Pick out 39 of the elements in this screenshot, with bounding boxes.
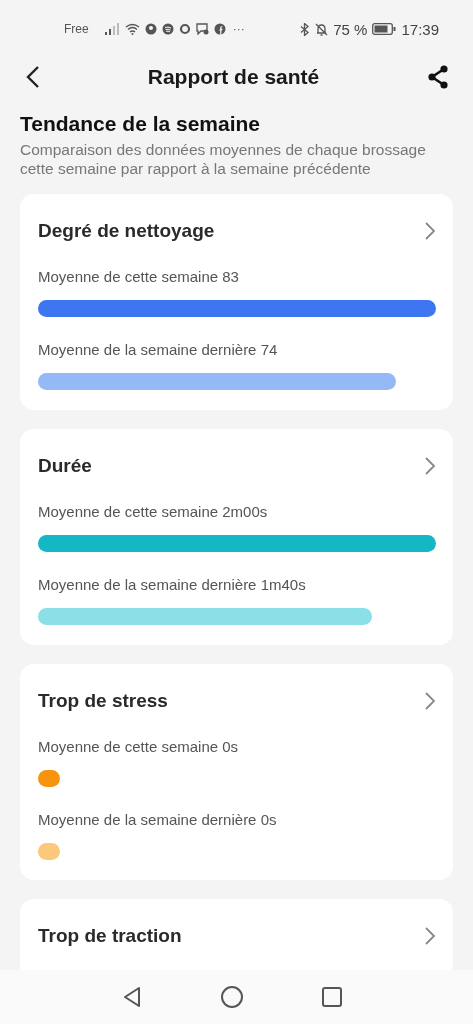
carrier-name: Free [64,22,89,36]
metric-card[interactable]: Durée Moyenne de cette semaine 2m00s Moyenne de la semaine dernière 1m40s [20,429,453,645]
sync-icon [178,23,191,35]
metric-card[interactable]: Degré de nettoyage Moyenne de cette semaine 83 Moyenne de la semaine dernière 74 [20,194,453,410]
app-icon [144,23,157,35]
bluetooth-icon [299,22,311,36]
chevron-icon[interactable] [424,691,436,711]
bell-off-icon [315,22,329,36]
metric-card[interactable]: Trop de traction [20,899,453,970]
card-title: Trop de stress [38,690,168,712]
recents-nav-icon[interactable] [320,986,343,1008]
wifi-icon [124,23,140,35]
battery-icon [372,23,397,35]
back-button[interactable] [26,65,40,89]
average-label: Moyenne de la semaine dernière 74 [38,341,279,358]
app-icon [161,23,174,35]
metric-card[interactable]: Trop de stress Moyenne de cette semaine 0s Moyenne de la semaine dernière 0s [20,664,453,880]
section-title: Tendance de la semaine [20,112,262,136]
card-title: Durée [38,455,92,477]
chevron-icon[interactable] [424,221,436,241]
more-notifications: ··· [232,22,245,36]
section-subtitle: Comparaison des données moyennes de chaque brossage cette semaine par rapport à la semaine précédente [20,140,427,178]
app-icon [213,23,226,35]
average-label: Moyenne de la semaine dernière 0s [38,811,278,828]
chevron-icon[interactable] [424,456,436,476]
card-title: Trop de traction [38,925,182,947]
home-nav-icon[interactable] [219,985,244,1009]
average-label: Moyenne de cette semaine 0s [38,738,240,755]
chevron-icon[interactable] [424,926,436,946]
card-title: Degré de nettoyage [38,220,215,242]
average-label: Moyenne de cette semaine 2m00s [38,503,269,520]
clock-time: 17:39 [401,20,439,38]
average-label: Moyenne de la semaine dernière 1m40s [38,576,307,593]
battery-percent: 75 % [333,20,368,38]
average-label: Moyenne de cette semaine 83 [38,268,240,285]
share-button[interactable] [427,65,449,89]
page-title: Rapport de santé [147,65,320,89]
signal-icon [103,23,120,35]
chat-icon [195,23,209,35]
